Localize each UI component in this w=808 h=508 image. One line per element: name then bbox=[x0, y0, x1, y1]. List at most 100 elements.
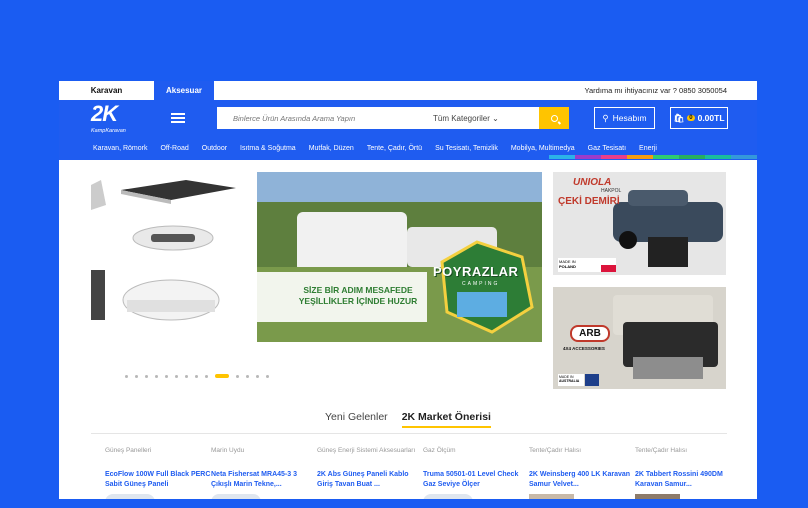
carousel-dot[interactable] bbox=[215, 374, 229, 378]
product-card[interactable]: Tente/Çadır Halısı 2K Tabbert Rossini 49… bbox=[635, 446, 741, 499]
carousel-dot[interactable] bbox=[236, 374, 239, 378]
carousel-dot[interactable] bbox=[145, 374, 148, 378]
account-button[interactable]: ⚲ Hesabım bbox=[594, 107, 655, 129]
product-category: Gaz Ölçüm bbox=[423, 447, 456, 454]
account-label: Hesabım bbox=[612, 113, 647, 123]
color-strip-segment bbox=[653, 155, 679, 159]
side-banner-arb[interactable]: ARB 4X4 ACCESSORIES MADE IN AUSTRALIA bbox=[553, 287, 726, 389]
tab-karavan[interactable]: Karavan bbox=[59, 81, 154, 100]
carousel-dot[interactable] bbox=[135, 374, 138, 378]
nav-item-gaz[interactable]: Gaz Tesisatı bbox=[588, 145, 626, 152]
page-background: Karavan Aksesuar Yardıma mı ihtiyacınız … bbox=[4, 0, 804, 500]
product-image[interactable] bbox=[423, 494, 473, 499]
product-image[interactable] bbox=[529, 494, 574, 499]
uniola-logo: UNIOLA bbox=[573, 177, 612, 188]
carousel-dot[interactable] bbox=[165, 374, 168, 378]
cart-icon: 🛍 bbox=[673, 112, 685, 123]
product-list: Güneş Panelleri EcoFlow 100W Full Black … bbox=[105, 446, 745, 499]
nav-item-enerji[interactable]: Enerji bbox=[639, 145, 657, 152]
carousel-dot[interactable] bbox=[256, 374, 259, 378]
color-strip-segment bbox=[679, 155, 705, 159]
nav-item-mobilya[interactable]: Mobilya, Multimedya bbox=[511, 145, 575, 152]
banner-brand: POYRAZLAR bbox=[433, 264, 519, 279]
tab-new-arrivals[interactable]: Yeni Gelenler bbox=[325, 411, 388, 428]
carousel-dots bbox=[125, 374, 269, 378]
nav-item-outdoor[interactable]: Outdoor bbox=[202, 145, 227, 152]
arb-sub: 4X4 ACCESSORIES bbox=[563, 346, 605, 351]
country-label: POLAND bbox=[559, 264, 576, 269]
carousel-dot[interactable] bbox=[195, 374, 198, 378]
product-image[interactable] bbox=[105, 494, 155, 499]
main-banner[interactable]: SİZE BİR ADIM MESAFEDE YEŞİLLİKLER İÇİND… bbox=[257, 172, 542, 342]
top-bar: Karavan Aksesuar Yardıma mı ihtiyacınız … bbox=[59, 81, 757, 100]
site-logo[interactable]: 2K bbox=[91, 103, 118, 125]
uniola-sub: HAKPOL bbox=[601, 188, 622, 194]
nav-item-mutfak[interactable]: Mutfak, Düzen bbox=[309, 145, 354, 152]
nav-item-tente[interactable]: Tente, Çadır, Örtü bbox=[367, 145, 422, 152]
color-strip-segment bbox=[705, 155, 731, 159]
banner-scene bbox=[257, 172, 542, 342]
nav-item-karavan[interactable]: Karavan, Römork bbox=[93, 145, 147, 152]
carousel-dot[interactable] bbox=[246, 374, 249, 378]
product-card[interactable]: Güneş Panelleri EcoFlow 100W Full Black … bbox=[105, 446, 211, 499]
banner-slogan: SİZE BİR ADIM MESAFEDE YEŞİLLİKLER İÇİND… bbox=[293, 285, 423, 307]
color-strip-segment bbox=[601, 155, 627, 159]
product-name[interactable]: 2K Abs Güneş Paneli Kablo Giriş Tavan Bu… bbox=[317, 470, 423, 490]
banner-brand-sub: CAMPING bbox=[462, 281, 500, 287]
category-select[interactable]: Tüm Kategoriler bbox=[433, 114, 499, 123]
hero-section: SİZE BİR ADIM MESAFEDE YEŞİLLİKLER İÇİND… bbox=[59, 160, 757, 398]
product-category: Güneş Panelleri bbox=[105, 447, 152, 454]
carousel-dot[interactable] bbox=[185, 374, 188, 378]
carousel-dot[interactable] bbox=[175, 374, 178, 378]
uniola-title: ÇEKİ DEMİRİ bbox=[558, 196, 620, 207]
arb-logo: ARB bbox=[570, 325, 610, 342]
search-button[interactable] bbox=[539, 107, 569, 129]
carousel-dot[interactable] bbox=[125, 374, 128, 378]
tabs-divider bbox=[91, 433, 727, 434]
cart-count-badge: 0 bbox=[687, 115, 695, 121]
site-header: 2K KampKaravan Tüm Kategoriler ⚲ Hesabım… bbox=[59, 100, 757, 136]
product-card[interactable]: Gaz Ölçüm Truma 50501-01 Level Check Gaz… bbox=[423, 446, 529, 499]
nav-item-su[interactable]: Su Tesisatı, Temizlik bbox=[435, 145, 498, 152]
country-label-2: AUSTRALIA bbox=[559, 379, 580, 383]
carousel-dot[interactable] bbox=[155, 374, 158, 378]
side-banner-uniola[interactable]: UNIOLA HAKPOL ÇEKİ DEMİRİ MADE IN POLAND bbox=[553, 172, 726, 275]
product-name[interactable]: Truma 50501-01 Level Check Gaz Seviye Öl… bbox=[423, 470, 529, 490]
product-images-slide[interactable] bbox=[91, 160, 241, 340]
tab-aksesuar[interactable]: Aksesuar bbox=[154, 81, 214, 100]
tab-market-picks[interactable]: 2K Market Önerisi bbox=[401, 411, 491, 428]
australia-flag-icon bbox=[585, 374, 599, 386]
search-input[interactable] bbox=[217, 113, 427, 123]
product-card[interactable]: Marin Uydu Neta Fishersat MRA45-3 3 Çıkı… bbox=[211, 446, 317, 499]
product-card[interactable]: Güneş Enerji Sistemi Aksesuarları 2K Abs… bbox=[317, 446, 423, 499]
made-in-poland: MADE IN POLAND bbox=[558, 258, 603, 272]
made-in-australia: MADE IN AUSTRALIA bbox=[558, 374, 584, 386]
product-category: Tente/Çadır Halısı bbox=[635, 447, 688, 454]
product-name[interactable]: 2K Weinsberg 400 LK Karavan Samur Velvet… bbox=[529, 470, 635, 490]
product-image[interactable] bbox=[635, 494, 680, 499]
product-name[interactable]: Neta Fishersat MRA45-3 3 Çıkışlı Marin T… bbox=[211, 470, 317, 490]
menu-icon[interactable] bbox=[171, 113, 185, 123]
color-strip-segment bbox=[575, 155, 601, 159]
nav-item-isitma[interactable]: Isıtma & Soğutma bbox=[240, 145, 296, 152]
product-card[interactable]: Tente/Çadır Halısı 2K Weinsberg 400 LK K… bbox=[529, 446, 635, 499]
carousel-dot[interactable] bbox=[205, 374, 208, 378]
logo-subtitle: KampKaravan bbox=[91, 128, 126, 134]
carousel-dot[interactable] bbox=[266, 374, 269, 378]
product-category: Marin Uydu bbox=[211, 447, 245, 454]
product-name[interactable]: EcoFlow 100W Full Black PERC Sabit Güneş… bbox=[105, 470, 211, 490]
product-name[interactable]: 2K Tabbert Rossini 490DM Karavan Samur..… bbox=[635, 470, 741, 490]
search-icon bbox=[550, 114, 558, 122]
nav-item-offroad[interactable]: Off-Road bbox=[160, 145, 188, 152]
color-strip-segment bbox=[627, 155, 653, 159]
poland-flag-icon bbox=[601, 258, 616, 272]
cart-total: 0.00TL bbox=[697, 113, 725, 123]
cart-button[interactable]: 🛍 0 0.00TL bbox=[670, 107, 728, 129]
color-strip-segment bbox=[731, 155, 757, 159]
site-window: Karavan Aksesuar Yardıma mı ihtiyacınız … bbox=[59, 81, 757, 499]
banner-line2: YEŞİLLİKLER İÇİNDE HUZUR bbox=[298, 296, 418, 306]
product-category: Güneş Enerji Sistemi Aksesuarları bbox=[317, 447, 416, 454]
product-image[interactable] bbox=[211, 494, 261, 499]
nav-color-strip bbox=[549, 155, 757, 159]
product-tabs: Yeni Gelenler 2K Market Önerisi bbox=[59, 411, 757, 428]
